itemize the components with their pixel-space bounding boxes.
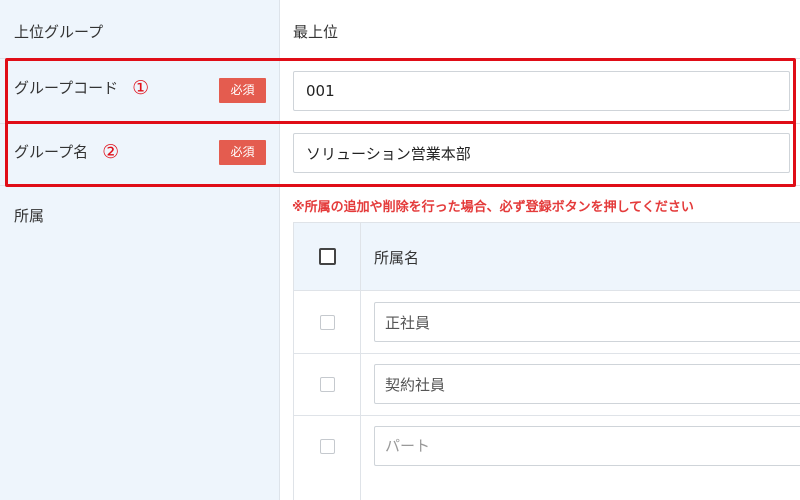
affiliation-table: 所属名 (293, 222, 800, 500)
row-checkbox[interactable] (320, 439, 335, 454)
affiliation-label: 所属 (14, 207, 45, 225)
affiliation-name-input[interactable] (374, 426, 800, 466)
affiliation-name-input[interactable] (374, 302, 800, 342)
select-all-checkbox[interactable] (319, 248, 336, 265)
row-checkbox[interactable] (320, 377, 335, 392)
affiliation-name-header: 所属名 (374, 249, 420, 267)
annotation-highlight-box-2 (5, 121, 796, 187)
row-divider (294, 415, 800, 416)
annotation-highlight-box-1 (5, 58, 796, 124)
row-checkbox[interactable] (320, 315, 335, 330)
row-divider (294, 353, 800, 354)
column-divider (360, 223, 361, 500)
affiliation-table-header: 所属名 (294, 223, 800, 291)
affiliation-name-input[interactable] (374, 364, 800, 404)
affiliation-warning: ※所属の追加や削除を行った場合、必ず登録ボタンを押してください (292, 200, 694, 215)
parent-group-value: 最上位 (293, 23, 339, 41)
parent-group-label: 上位グループ (14, 23, 104, 41)
